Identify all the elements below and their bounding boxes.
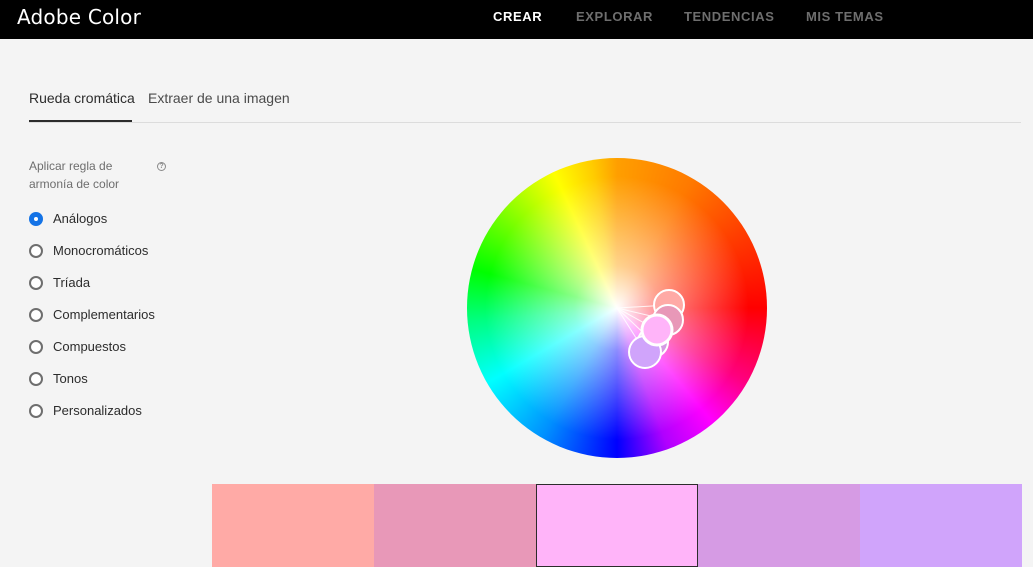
rule-label: Tríada bbox=[53, 275, 91, 290]
rule-label: Personalizados bbox=[53, 403, 142, 418]
top-bar: Adobe Color CREAR EXPLORAR TENDENCIAS MI… bbox=[0, 0, 1033, 39]
tab-bar: Rueda cromática Extraer de una imagen bbox=[29, 90, 1021, 123]
nav-explorar[interactable]: EXPLORAR bbox=[576, 9, 653, 24]
rule-label: Tonos bbox=[53, 371, 88, 386]
color-swatch-4[interactable] bbox=[698, 484, 860, 567]
tab-extraer-imagen[interactable]: Extraer de una imagen bbox=[148, 90, 290, 122]
rule-label: Complementarios bbox=[53, 307, 155, 322]
tab-rueda-cromatica[interactable]: Rueda cromática bbox=[29, 90, 135, 122]
color-wheel[interactable] bbox=[467, 158, 767, 458]
radio-icon[interactable] bbox=[29, 276, 43, 290]
radio-checked-icon[interactable] bbox=[29, 212, 43, 226]
swatch-row bbox=[212, 484, 1022, 567]
color-swatch-2[interactable] bbox=[374, 484, 536, 567]
wheel-handle-3[interactable] bbox=[640, 313, 674, 347]
rule-label: Monocromáticos bbox=[53, 243, 149, 258]
rule-label: Análogos bbox=[53, 211, 108, 226]
brand-logo[interactable]: Adobe Color bbox=[17, 5, 141, 29]
nav-mis-temas[interactable]: MIS TEMAS bbox=[806, 9, 884, 24]
radio-icon[interactable] bbox=[29, 308, 43, 322]
color-swatch-5[interactable] bbox=[860, 484, 1022, 567]
color-swatch-1[interactable] bbox=[212, 484, 374, 567]
nav-tendencias[interactable]: TENDENCIAS bbox=[684, 9, 775, 24]
color-swatch-3[interactable] bbox=[536, 484, 698, 567]
question-circle-icon[interactable]: ? bbox=[157, 162, 166, 171]
rule-label: Compuestos bbox=[53, 339, 126, 354]
harmony-rule-label: Aplicar regla de armonía de color bbox=[29, 159, 120, 191]
radio-icon[interactable] bbox=[29, 244, 43, 258]
nav-crear[interactable]: CREAR bbox=[493, 9, 542, 24]
wheel-handles-layer bbox=[616, 289, 685, 369]
radio-icon[interactable] bbox=[29, 372, 43, 386]
radio-icon[interactable] bbox=[29, 404, 43, 418]
radio-icon[interactable] bbox=[29, 340, 43, 354]
